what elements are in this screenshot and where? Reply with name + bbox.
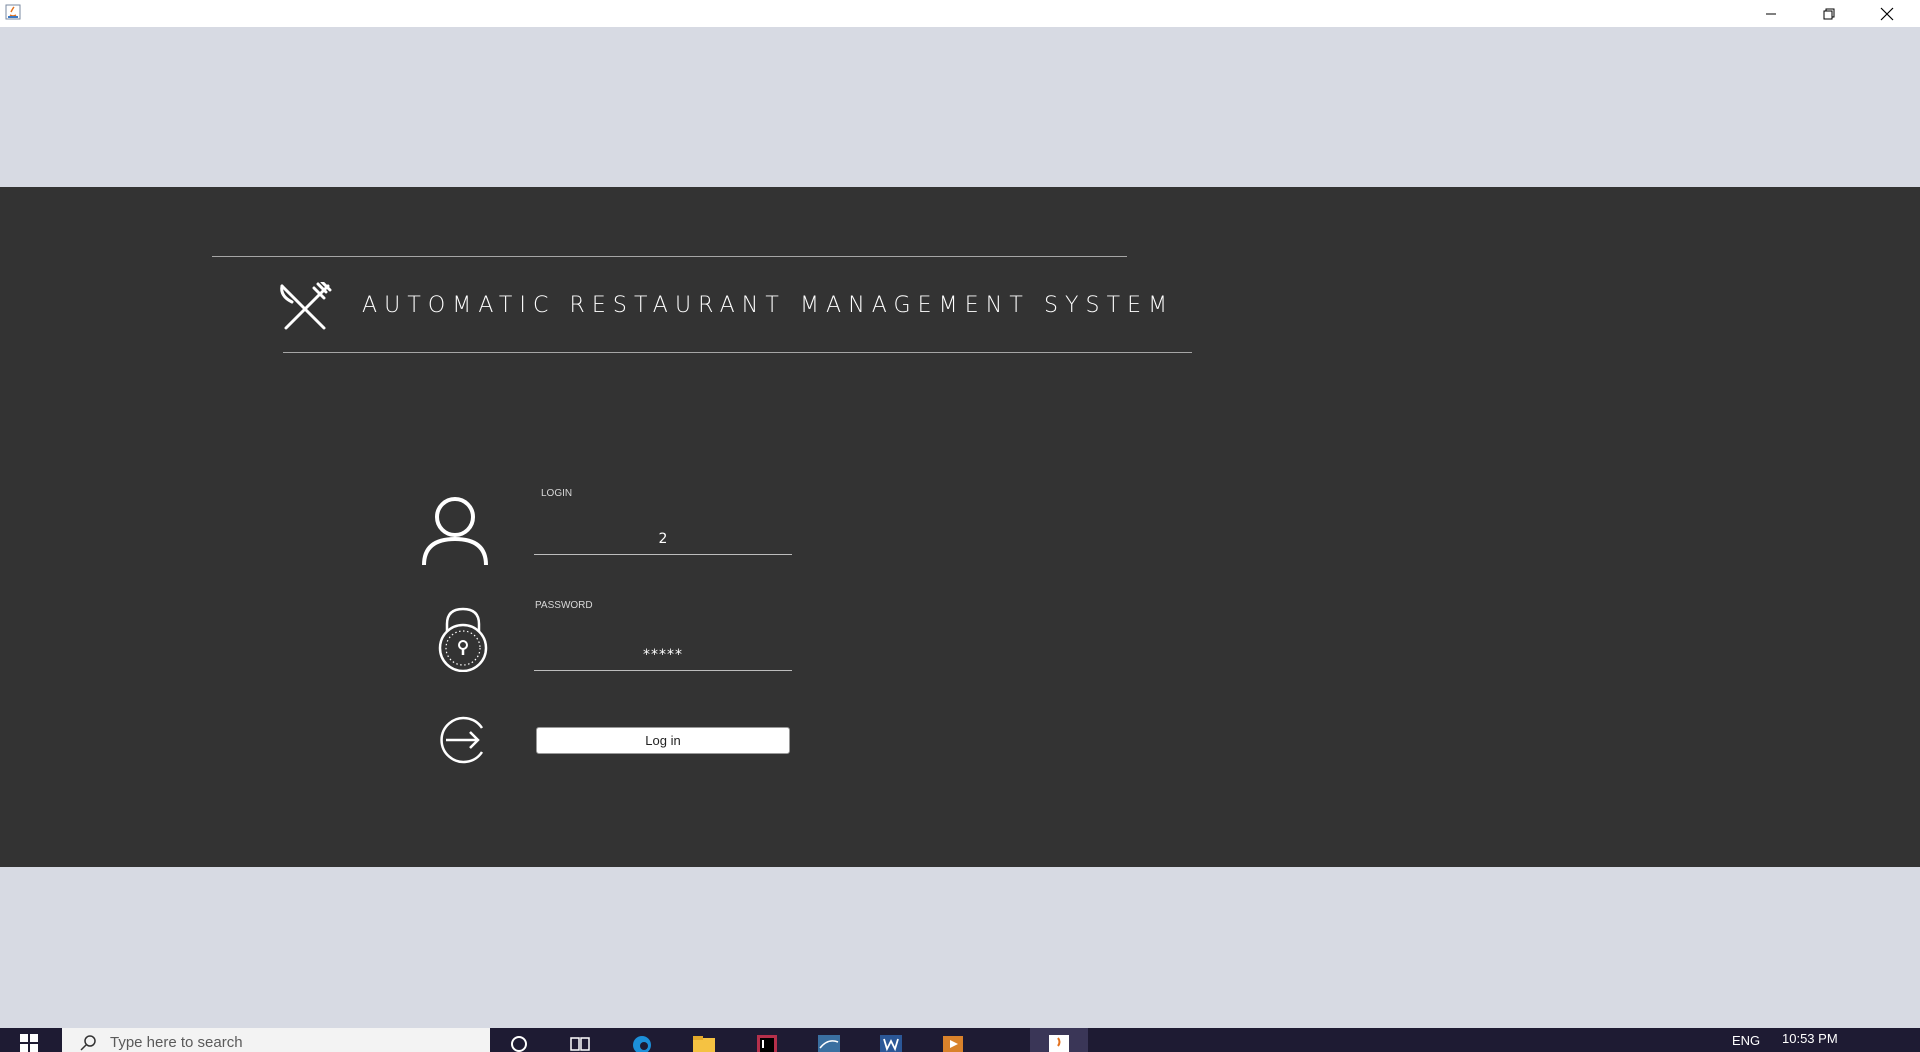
password-input[interactable] [534, 639, 792, 671]
taskbar: Type here to search ENG 10:53 PM [0, 1028, 1920, 1052]
login-arrow-icon [440, 716, 484, 764]
taskbar-search-box[interactable]: Type here to search [62, 1028, 490, 1052]
intellij-icon[interactable] [754, 1032, 780, 1052]
login-input[interactable] [534, 523, 792, 555]
maximize-button[interactable] [1800, 0, 1858, 27]
java-app-icon [5, 4, 21, 20]
minimize-button[interactable] [1742, 0, 1800, 27]
word-icon[interactable] [878, 1032, 904, 1052]
minimize-icon [1766, 13, 1776, 14]
mysql-icon[interactable] [816, 1032, 842, 1052]
login-label: LOGIN [541, 488, 573, 499]
fork-knife-icon [280, 282, 332, 330]
edge-icon[interactable] [629, 1032, 655, 1052]
lock-icon [438, 607, 488, 672]
close-button[interactable] [1858, 0, 1916, 27]
language-indicator[interactable]: ENG [1732, 1033, 1760, 1048]
task-view-icon[interactable] [567, 1032, 593, 1052]
search-icon [80, 1035, 96, 1051]
taskbar-active-app[interactable] [1030, 1028, 1088, 1052]
maximize-icon [1823, 8, 1835, 19]
cortana-icon[interactable] [506, 1032, 532, 1052]
window-title-bar [0, 0, 1920, 27]
windows-start-icon[interactable] [20, 1034, 38, 1052]
media-player-icon[interactable] [940, 1032, 966, 1052]
close-icon [1880, 7, 1894, 20]
user-icon [422, 497, 488, 566]
clock[interactable]: 10:53 PM [1782, 1031, 1838, 1046]
password-label: PASSWORD [535, 600, 593, 611]
header-divider-bottom [283, 352, 1192, 353]
header-divider-top [212, 256, 1127, 257]
file-explorer-icon[interactable] [691, 1032, 717, 1052]
login-button[interactable]: Log in [536, 727, 790, 754]
app-title: AUTOMATIC RESTAURANT MANAGEMENT SYSTEM [362, 293, 1175, 318]
java-taskbar-icon [1049, 1035, 1069, 1052]
search-placeholder: Type here to search [110, 1034, 243, 1051]
login-panel: AUTOMATIC RESTAURANT MANAGEMENT SYSTEM L… [0, 187, 1920, 867]
